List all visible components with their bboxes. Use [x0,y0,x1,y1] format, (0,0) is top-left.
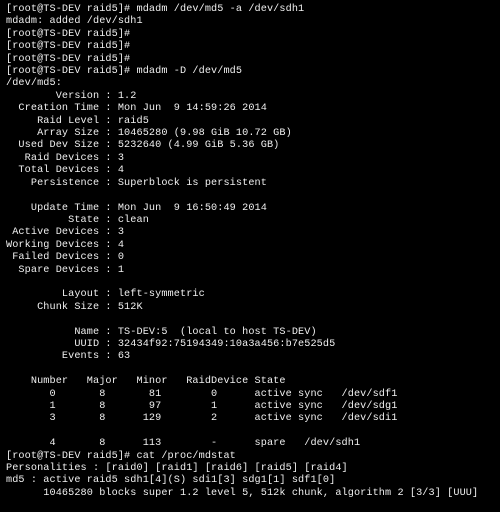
terminal-text: [root@TS-DEV raid5]# mdadm /dev/md5 -a /… [6,4,478,512]
terminal-output[interactable]: [root@TS-DEV raid5]# mdadm /dev/md5 -a /… [0,0,500,512]
